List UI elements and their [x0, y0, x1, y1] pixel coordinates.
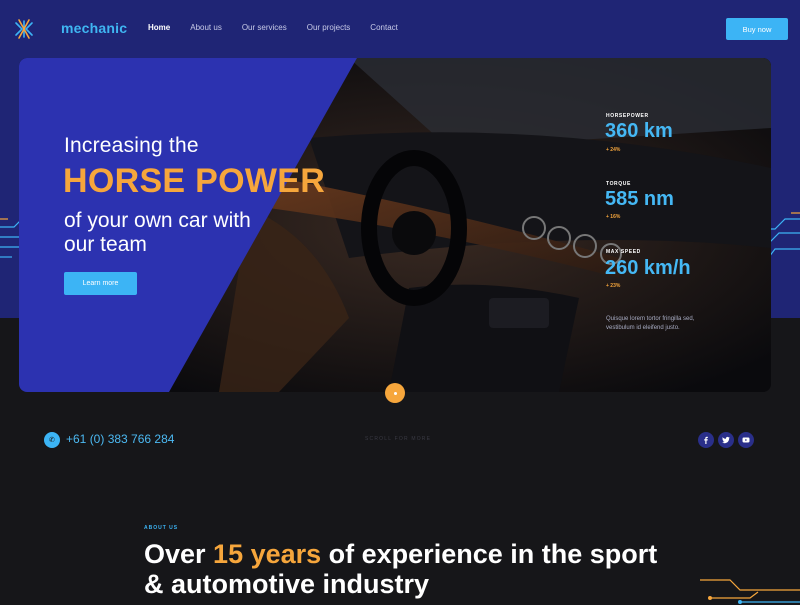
scroll-hint: SCROLL FOR MORE: [365, 436, 432, 442]
logo-icon[interactable]: [12, 17, 36, 41]
stat-max-speed-label: MAX SPEED: [606, 249, 641, 255]
hero-title-line3: of your own car with our team: [64, 209, 251, 256]
stat-description: Quisque lorem tortor fringilla sed, vest…: [606, 316, 695, 331]
hero-title-line1: Increasing the: [64, 134, 199, 157]
nav-our-projects[interactable]: Our projects: [307, 23, 351, 32]
nav-contact[interactable]: Contact: [370, 23, 398, 32]
dot-icon: [393, 391, 397, 395]
nav-about-us[interactable]: About us: [190, 23, 222, 32]
stat-torque-label: TORQUE: [606, 181, 631, 187]
learn-more-button[interactable]: Learn more: [64, 272, 137, 295]
buy-now-button[interactable]: Buy now: [726, 18, 788, 40]
stat-torque-change: + 16%: [606, 214, 621, 220]
stat-torque-value: 585 nm: [605, 188, 674, 210]
scroll-down-button[interactable]: [385, 383, 405, 403]
main-nav: Home About us Our services Our projects …: [148, 23, 418, 32]
about-label: ABOUT US: [144, 525, 179, 531]
about-heading: Over 15 years of experience in the sport…: [144, 539, 664, 599]
stat-max-speed-change: + 23%: [606, 283, 621, 289]
logo-text[interactable]: mechanic: [61, 20, 127, 36]
phone-icon: ✆: [44, 432, 60, 448]
facebook-icon[interactable]: [698, 432, 714, 448]
youtube-icon[interactable]: [738, 432, 754, 448]
site-header: mechanic Home About us Our services Our …: [0, 0, 800, 58]
nav-our-services[interactable]: Our services: [242, 23, 287, 32]
stat-horsepower-value: 360 km: [605, 120, 673, 142]
twitter-icon[interactable]: [718, 432, 734, 448]
stat-horsepower-label: HORSEPOWER: [606, 113, 649, 119]
about-heading-accent: 15 years: [213, 539, 322, 569]
stat-horsepower-change: + 24%: [606, 147, 621, 153]
phone-number[interactable]: +61 (0) 383 766 284: [66, 432, 174, 446]
hero-section: Increasing the HORSE POWER of your own c…: [19, 58, 771, 392]
hero-title-highlight: HORSE POWER: [63, 162, 326, 200]
circuit-decoration-bottom: [700, 579, 800, 604]
about-heading-pre: Over: [144, 539, 214, 569]
nav-home[interactable]: Home: [148, 23, 170, 32]
stat-max-speed-value: 260 km/h: [605, 257, 691, 279]
